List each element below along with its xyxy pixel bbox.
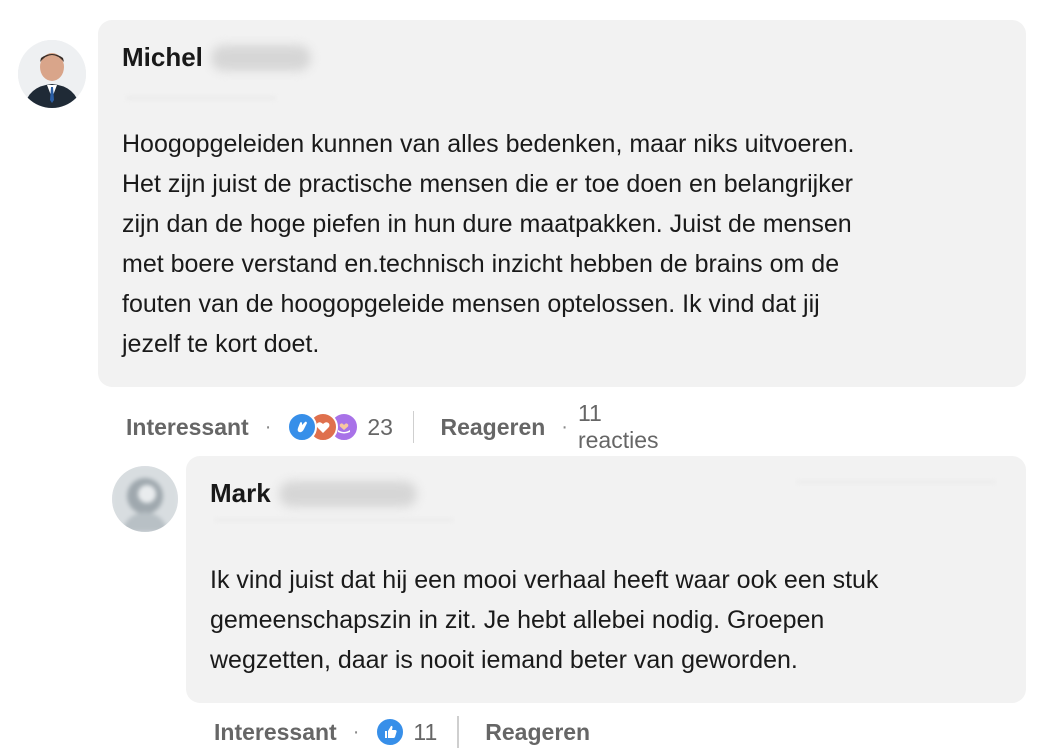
author-name[interactable]: Mark <box>210 478 271 509</box>
thumbs-up-icon <box>375 717 406 747</box>
reply-actions: Interessant · 11 Reageren <box>214 716 590 748</box>
reactions-summary[interactable]: 23 <box>287 412 393 442</box>
author-row: Mark <box>210 478 417 509</box>
avatar-michel[interactable] <box>18 40 86 108</box>
avatar-mark[interactable] <box>112 466 178 532</box>
separator-dot: · <box>561 415 568 438</box>
reageren-button[interactable]: Reageren <box>440 414 545 441</box>
separator-dot: · <box>264 415 272 438</box>
separator-dot: · <box>352 720 360 743</box>
reaction-count: 11 <box>413 718 438 745</box>
redacted-surname <box>210 44 311 71</box>
redacted-timestamp <box>796 480 996 484</box>
comment-actions: Interessant · 23 Reageren · 11 reacties <box>126 400 659 454</box>
redacted-headline <box>214 518 454 522</box>
reply-text: Ik vind juist dat hij een mooi verhaal h… <box>210 566 879 674</box>
avatar-blurred-icon <box>112 466 178 532</box>
author-row: Michel <box>122 42 311 73</box>
reactions-summary[interactable]: 11 <box>375 717 437 747</box>
comment-bubble: Michel Hoogopgeleiden kunnen van alles b… <box>98 20 1026 387</box>
comment-text: Hoogopgeleiden kunnen van alles bedenken… <box>122 130 855 358</box>
interessant-button[interactable]: Interessant <box>126 414 249 441</box>
redacted-headline <box>126 96 276 100</box>
reaction-count: 23 <box>367 413 393 440</box>
redacted-surname <box>278 480 417 507</box>
reageren-button[interactable]: Reageren <box>485 719 590 746</box>
avatar-portrait-icon <box>18 40 86 108</box>
divider <box>457 716 460 748</box>
replies-count-link[interactable]: 11 reacties <box>578 400 659 454</box>
reply-bubble: Mark Ik vind juist dat hij een mooi verh… <box>186 456 1026 703</box>
author-name[interactable]: Michel <box>122 42 203 73</box>
divider <box>412 411 415 443</box>
interessant-button[interactable]: Interessant <box>214 719 337 746</box>
